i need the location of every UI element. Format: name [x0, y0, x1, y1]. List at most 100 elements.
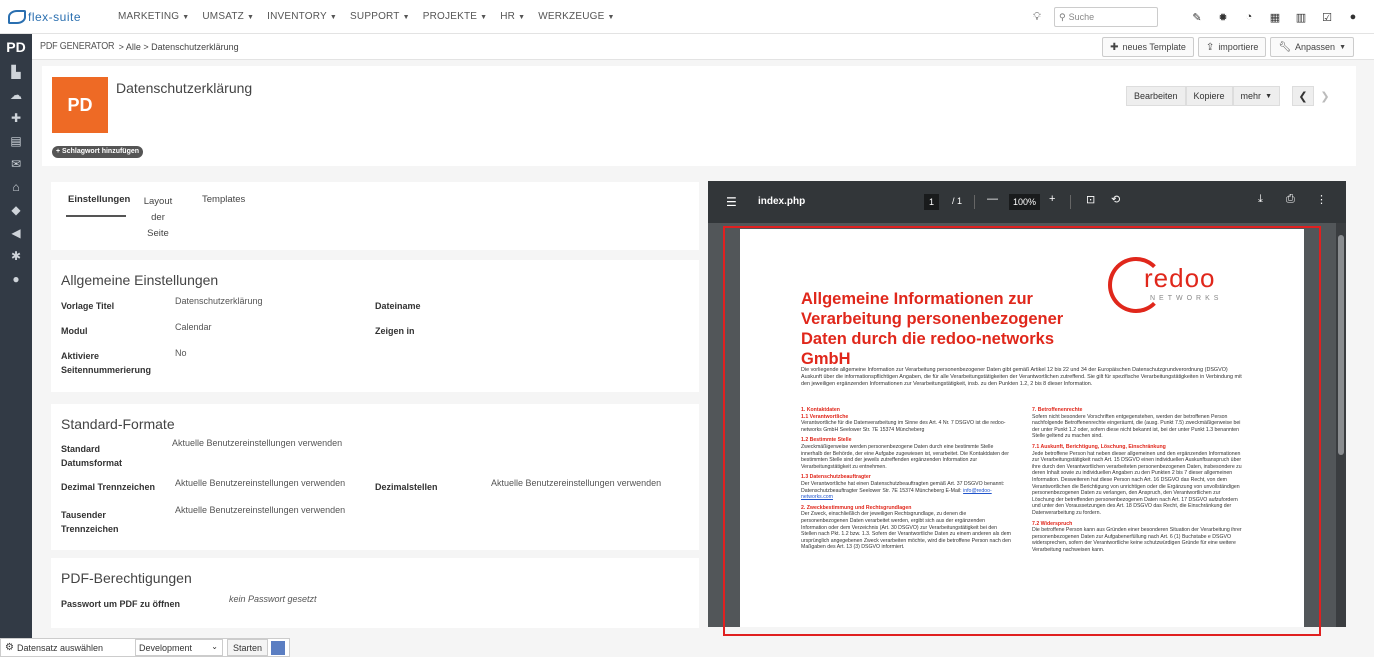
tab-settings[interactable]: Einstellungen — [68, 194, 130, 205]
tabs-panel: Einstellungen Layout der Seite Templates — [51, 182, 699, 250]
megaphone-icon[interactable]: ◀ — [0, 222, 32, 245]
next-record-button[interactable]: ❯ — [1314, 86, 1336, 106]
inbox-icon[interactable]: ⌂ — [0, 176, 32, 199]
header-actions: ✚ neues Template ⇪ importiere 🔧︎ Anpassen ▼ — [1098, 37, 1354, 57]
fit-page-icon[interactable]: ⊡ — [1086, 193, 1095, 206]
menu-hr[interactable]: HR ▼ — [500, 11, 525, 22]
menu-umsatz[interactable]: UMSATZ ▼ — [202, 11, 254, 22]
print-icon[interactable]: ⎙ — [1286, 193, 1295, 206]
chevron-down-icon: ▼ — [1265, 92, 1272, 100]
record-title: Datenschutzerklärung — [116, 80, 253, 96]
menu-inventory[interactable]: INVENTORY ▼ — [267, 11, 337, 22]
puzzle-icon[interactable]: ✚ — [0, 107, 32, 130]
checkbox-icon[interactable]: ☑ — [1320, 11, 1334, 24]
decimal-separator-label: Dezimal Trennzeichen — [61, 482, 156, 492]
date-format-label: Standard Datumsformat — [61, 444, 123, 468]
zoom-in-icon[interactable]: + — [1049, 193, 1055, 205]
tab-templates[interactable]: Templates — [202, 194, 245, 205]
tag-icon[interactable]: ◆ — [0, 199, 32, 222]
magic-icon[interactable]: ✎ — [1190, 11, 1204, 24]
highlight-box — [723, 226, 1321, 636]
rotate-icon[interactable]: ⟲ — [1111, 193, 1120, 206]
record-selector-label: Datensatz auswählen — [16, 642, 104, 653]
module-badge: PD — [6, 39, 26, 55]
more-button[interactable]: mehr ▼ — [1232, 86, 1280, 106]
logo-text: flex-suite — [28, 9, 82, 24]
record-header: PD Datenschutzerklärung + Schlagwort hin… — [42, 66, 1356, 166]
page-number-input[interactable]: 1 — [924, 194, 940, 210]
tab-layout[interactable]: Layout der Seite — [138, 194, 178, 242]
scrollbar-thumb[interactable] — [1338, 235, 1344, 455]
chevron-down-icon: ▼ — [607, 14, 615, 21]
record-selector-bar: ⚙ Datensatz auswählen Development ⌄ Start… — [0, 638, 290, 657]
document-icon[interactable]: ▤ — [0, 130, 32, 153]
chevron-down-icon: ▼ — [480, 14, 488, 21]
hamburger-menu-icon[interactable]: ☰ — [726, 195, 737, 209]
calendar-icon[interactable]: ▦ — [1268, 11, 1282, 24]
pdf-permissions-title: PDF-Berechtigungen — [61, 570, 192, 586]
breadcrumb-module[interactable]: PDF GENERATOR — [40, 41, 115, 52]
general-settings-panel: Allgemeine Einstellungen Vorlage Titel D… — [51, 260, 699, 392]
logo-mark-icon — [8, 9, 26, 24]
general-settings-title: Allgemeine Einstellungen — [61, 272, 219, 288]
menu-projekte[interactable]: PROJEKTE ▼ — [423, 11, 488, 22]
user-icon[interactable]: ● — [1346, 11, 1360, 23]
extension-icon[interactable]: ✱ — [0, 245, 32, 268]
toolbar-divider — [974, 195, 975, 209]
menu-support[interactable]: SUPPORT ▼ — [350, 11, 410, 22]
zoom-level-input[interactable]: 100% — [1009, 194, 1041, 210]
upload-icon: ⇪ — [1205, 41, 1215, 53]
module-label: Modul — [61, 326, 88, 336]
download-icon[interactable]: ⤓ — [1258, 193, 1263, 206]
page-numbering-value: No — [175, 348, 187, 358]
record-select[interactable]: Development ⌄ — [134, 639, 223, 656]
toolbar-divider — [1070, 195, 1071, 209]
password-value: kein Passwort gesetzt — [229, 594, 317, 604]
password-label: Passwort um PDF zu öffnen — [61, 599, 181, 609]
standard-formats-title: Standard-Formate — [61, 416, 175, 432]
chevron-down-icon: ▼ — [402, 14, 410, 21]
search-input[interactable]: ⚲ Suche — [1054, 7, 1158, 27]
more-options-icon[interactable]: ⋮ — [1316, 193, 1327, 206]
template-title-label: Vorlage Titel — [61, 301, 115, 311]
menu-werkzeuge[interactable]: WERKZEUGE ▼ — [538, 11, 614, 22]
customize-button[interactable]: 🔧︎ Anpassen ▼ — [1270, 37, 1354, 57]
template-title-value: Datenschutzerklärung — [175, 296, 263, 306]
show-in-label: Zeigen in — [375, 326, 415, 336]
zoom-out-icon[interactable]: — — [987, 193, 998, 205]
new-template-button[interactable]: ✚ neues Template — [1102, 37, 1194, 57]
add-tag-button[interactable]: + Schlagwort hinzufügen — [52, 146, 144, 158]
edit-button[interactable]: Bearbeiten — [1125, 86, 1186, 106]
cloud-icon[interactable]: ☁ — [0, 84, 32, 107]
preview-icon[interactable] — [271, 640, 285, 655]
import-button[interactable]: ⇪ importiere — [1197, 37, 1267, 57]
copy-button[interactable]: Kopiere — [1185, 86, 1233, 106]
clock-icon[interactable]: ◔ — [1242, 11, 1256, 23]
chevron-down-icon: ⌄ — [211, 642, 218, 651]
previous-record-button[interactable]: ❮ — [1292, 86, 1314, 106]
decimal-places-label: Dezimalstellen — [375, 482, 438, 492]
pdf-viewer-toolbar: ☰ index.php 1 / 1 — 100% + ⊡ ⟲ ⤓ ⎙ ⋮ — [708, 181, 1346, 223]
chart-icon[interactable]: ▥ — [1294, 11, 1308, 24]
date-format-value: Aktuelle Benutzereinstellungen verwenden — [172, 438, 343, 448]
chevron-down-icon: ▼ — [182, 14, 190, 21]
page-total: / 1 — [952, 196, 963, 206]
decimal-separator-value: Aktuelle Benutzereinstellungen verwenden — [175, 478, 346, 488]
decimal-places-value: Aktuelle Benutzereinstellungen verwenden — [491, 478, 662, 488]
thousands-separator-value: Aktuelle Benutzereinstellungen verwenden — [175, 505, 346, 515]
pdf-scrollbar[interactable] — [1336, 223, 1346, 627]
building-icon[interactable]: ▙ — [0, 61, 32, 84]
flex-suite-logo[interactable]: flex-suite — [8, 9, 108, 24]
person-icon[interactable]: ● — [0, 268, 32, 291]
gear-icon[interactable]: ✹ — [1216, 11, 1230, 24]
thousands-separator-label: Tausender Trennzeichen — [61, 510, 119, 534]
start-button[interactable]: Starten — [226, 639, 268, 656]
breadcrumb[interactable]: > Alle > Datenschutzerklärung — [119, 42, 239, 52]
envelope-icon[interactable]: ✉ — [0, 153, 32, 176]
chevron-down-icon: ▼ — [329, 14, 338, 21]
pdf-viewer: ☰ index.php 1 / 1 — 100% + ⊡ ⟲ ⤓ ⎙ ⋮ All… — [708, 181, 1346, 636]
menu-marketing[interactable]: MARKETING ▼ — [118, 11, 189, 22]
lightbulb-icon[interactable]: 💡︎ — [1030, 11, 1044, 24]
record-actions: Bearbeiten Kopiere mehr ▼ — [1125, 86, 1280, 106]
filename-label: Dateiname — [375, 301, 421, 311]
